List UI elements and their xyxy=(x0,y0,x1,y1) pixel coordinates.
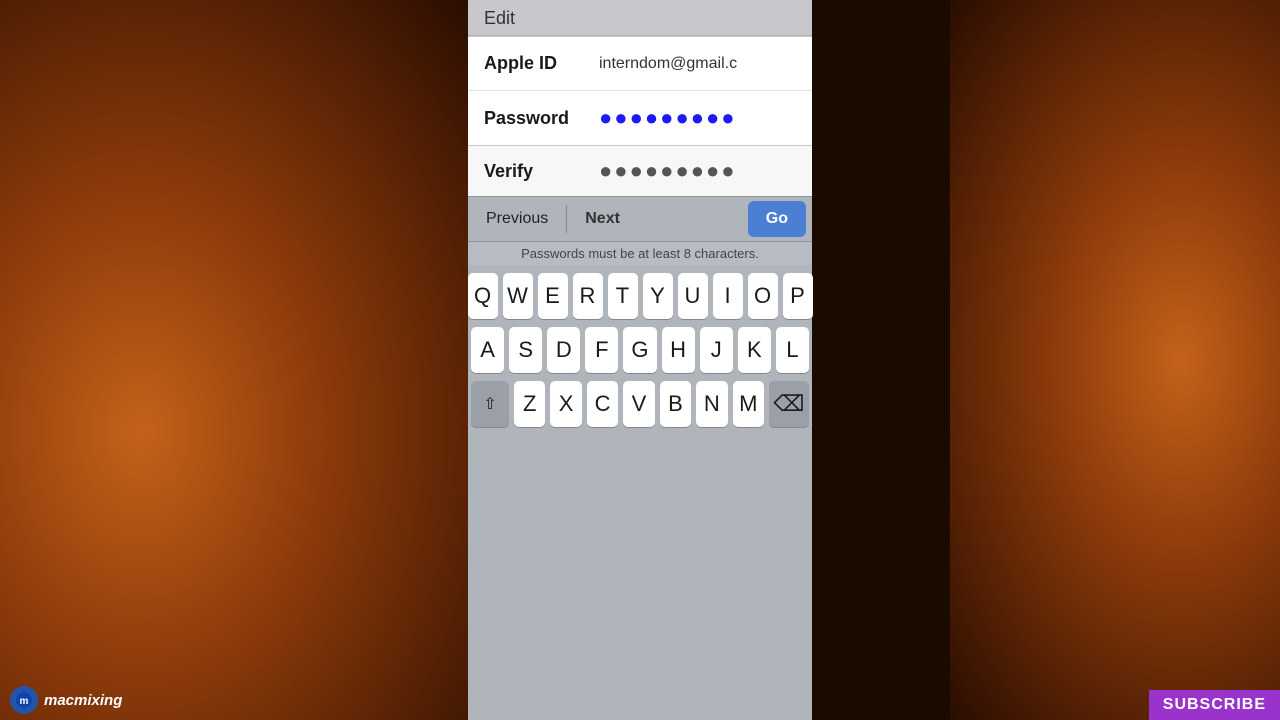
svg-text:m: m xyxy=(20,696,29,707)
edit-button[interactable]: Edit xyxy=(484,8,515,28)
key-t[interactable]: T xyxy=(608,273,638,319)
keyboard-row-2: A S D F G H J K L xyxy=(471,327,809,373)
background-right xyxy=(950,0,1280,720)
phone-screen: Edit Apple ID interndom@gmail.c Password… xyxy=(468,0,812,720)
keyboard-toolbar: Previous Next Go xyxy=(468,196,812,242)
key-h[interactable]: H xyxy=(662,327,695,373)
key-e[interactable]: E xyxy=(538,273,568,319)
shift-key[interactable]: ⇧ xyxy=(471,381,509,427)
apple-id-row[interactable]: Apple ID interndom@gmail.c xyxy=(468,37,812,91)
delete-key[interactable]: ⌫ xyxy=(769,381,809,427)
key-p[interactable]: P xyxy=(783,273,813,319)
background-left xyxy=(0,0,470,720)
key-g[interactable]: G xyxy=(623,327,656,373)
key-l[interactable]: L xyxy=(776,327,809,373)
key-j[interactable]: J xyxy=(700,327,733,373)
key-r[interactable]: R xyxy=(573,273,603,319)
key-c[interactable]: C xyxy=(587,381,618,427)
hint-text: Passwords must be at least 8 characters. xyxy=(468,242,812,265)
macmixing-logo: m macmixing xyxy=(10,686,122,714)
key-v[interactable]: V xyxy=(623,381,654,427)
subscribe-badge[interactable]: SUBSCRIBE xyxy=(1149,690,1280,720)
key-d[interactable]: D xyxy=(547,327,580,373)
keyboard: Q W E R T Y U I O P A S D F G H J K L ⇧ … xyxy=(468,265,812,720)
key-i[interactable]: I xyxy=(713,273,743,319)
password-label: Password xyxy=(484,108,599,129)
top-bar: Edit xyxy=(468,0,812,36)
key-x[interactable]: X xyxy=(550,381,581,427)
key-s[interactable]: S xyxy=(509,327,542,373)
verify-row[interactable]: Verify ●●●●●●●●● xyxy=(468,146,812,196)
key-n[interactable]: N xyxy=(696,381,727,427)
verify-label: Verify xyxy=(484,161,599,182)
key-o[interactable]: O xyxy=(748,273,778,319)
form-area: Apple ID interndom@gmail.c Password ●●●●… xyxy=(468,36,812,146)
apple-id-value[interactable]: interndom@gmail.c xyxy=(599,55,796,73)
key-y[interactable]: Y xyxy=(643,273,673,319)
apple-id-label: Apple ID xyxy=(484,53,599,74)
previous-button[interactable]: Previous xyxy=(468,202,566,236)
key-u[interactable]: U xyxy=(678,273,708,319)
keyboard-row-1: Q W E R T Y U I O P xyxy=(471,273,809,319)
key-b[interactable]: B xyxy=(660,381,691,427)
key-w[interactable]: W xyxy=(503,273,533,319)
logo-icon: m xyxy=(10,686,38,714)
verify-value[interactable]: ●●●●●●●●● xyxy=(599,158,737,184)
logo-text: macmixing xyxy=(44,692,122,709)
password-value[interactable]: ●●●●●●●●● xyxy=(599,105,737,131)
keyboard-row-3: ⇧ Z X C V B N M ⌫ xyxy=(471,381,809,427)
key-a[interactable]: A xyxy=(471,327,504,373)
go-button[interactable]: Go xyxy=(748,201,806,237)
key-m[interactable]: M xyxy=(733,381,764,427)
key-z[interactable]: Z xyxy=(514,381,545,427)
password-row[interactable]: Password ●●●●●●●●● xyxy=(468,91,812,145)
key-q[interactable]: Q xyxy=(468,273,498,319)
key-k[interactable]: K xyxy=(738,327,771,373)
next-button[interactable]: Next xyxy=(567,202,638,236)
key-f[interactable]: F xyxy=(585,327,618,373)
bottom-bar: m macmixing SUBSCRIBE xyxy=(0,680,1280,720)
